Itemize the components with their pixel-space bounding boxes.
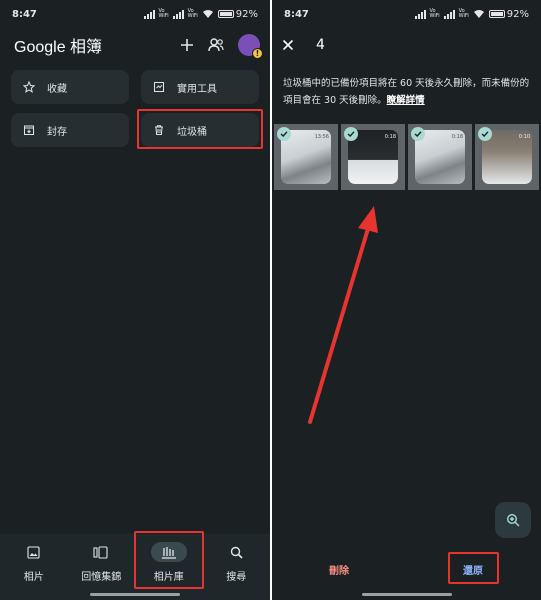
learn-more-link[interactable]: 瞭解詳情 [387,95,425,106]
check-icon[interactable] [277,127,291,141]
trash-selection-screen: 8:47 Vo WiFi Vo WiFi 92% 4 垃圾桶中的已備份項目將在 60… [272,0,541,600]
share-people-icon[interactable] [208,38,224,52]
nav-memories-label: 回憶集錦 [81,572,122,583]
search-icon [230,546,243,559]
app-bar: Google 相簿 ! [14,32,263,59]
photo-thumb[interactable]: 13:56 [274,124,338,190]
selected-count: 4 [316,37,325,53]
photo-icon [27,545,40,559]
thumb-time: 0:10 [518,134,530,140]
close-icon[interactable] [282,39,294,51]
battery-level: 92% [235,8,258,20]
nav-memories[interactable]: 回憶集錦 [69,542,133,583]
volte-icon-2: Vo WiFi [187,8,198,19]
star-icon [23,81,35,93]
photo-grid: 13:56 0:18 0:18 0:10 [272,124,541,190]
status-bar: 8:47 Vo WiFi Vo WiFi 92% [0,0,270,28]
battery-level: 92% [506,8,529,20]
nav-search-label: 搜尋 [226,572,247,583]
signal-icon [143,9,155,19]
delete-button[interactable]: 刪除 [329,562,349,577]
archive-icon [24,125,34,135]
nav-photos[interactable]: 相片 [2,542,66,583]
red-arrow [308,206,378,424]
photo-thumb[interactable]: 0:18 [408,124,472,190]
photos-library-screen: 8:47 Vo WiFi Vo WiFi 92% Google 相簿 ! 收藏 實用… [0,0,270,600]
wifi-icon [473,10,484,18]
volte-icon: Vo WiFi [158,8,169,19]
battery-icon: 92% [217,8,258,20]
photo-thumb[interactable]: 0:10 [475,124,539,190]
warning-badge: ! [252,48,263,59]
nav-photos-label: 相片 [23,572,44,583]
nav-search[interactable]: 搜尋 [204,542,268,583]
signal-icon [414,9,426,19]
memories-icon [93,545,108,559]
clock: 8:47 [12,8,37,20]
utilities-label: 實用工具 [177,83,217,95]
signal-icon-2 [443,9,455,19]
volte-icon-2: Vo WiFi [458,8,469,19]
zoom-button[interactable] [495,502,531,538]
check-icon[interactable] [344,127,358,141]
library-highlight-box [134,531,204,589]
photo-thumb[interactable]: 0:18 [341,124,405,190]
favorites-label: 收藏 [47,83,67,95]
check-icon[interactable] [411,127,425,141]
check-icon[interactable] [478,127,492,141]
home-indicator [90,593,180,596]
archive-card[interactable]: 封存 [11,113,129,147]
utilities-icon [154,82,164,92]
thumb-time: 13:56 [314,134,329,140]
app-title: Google 相簿 [14,39,103,56]
thumb-time: 0:18 [384,134,396,140]
restore-highlight-box [448,552,499,584]
thumb-time: 0:18 [451,134,463,140]
favorites-card[interactable]: 收藏 [11,70,129,104]
selection-bar: 4 [282,32,531,58]
signal-icon-2 [172,9,184,19]
clock: 8:47 [284,8,309,20]
home-indicator [361,593,452,596]
avatar[interactable]: ! [238,34,263,59]
add-icon[interactable] [180,38,194,52]
zoom-in-icon [506,513,520,527]
battery-icon: 92% [488,8,529,20]
status-bar: 8:47 Vo WiFi Vo WiFi 92% [272,0,541,28]
volte-icon: Vo WiFi [429,8,440,19]
trash-notice: 垃圾桶中的已備份項目將在 60 天後永久刪除，而未備份的項目會在 30 天後刪除… [283,75,533,109]
archive-label: 封存 [47,126,67,138]
trash-highlight-box [137,109,263,149]
wifi-icon [202,10,213,18]
utilities-card[interactable]: 實用工具 [141,70,259,104]
